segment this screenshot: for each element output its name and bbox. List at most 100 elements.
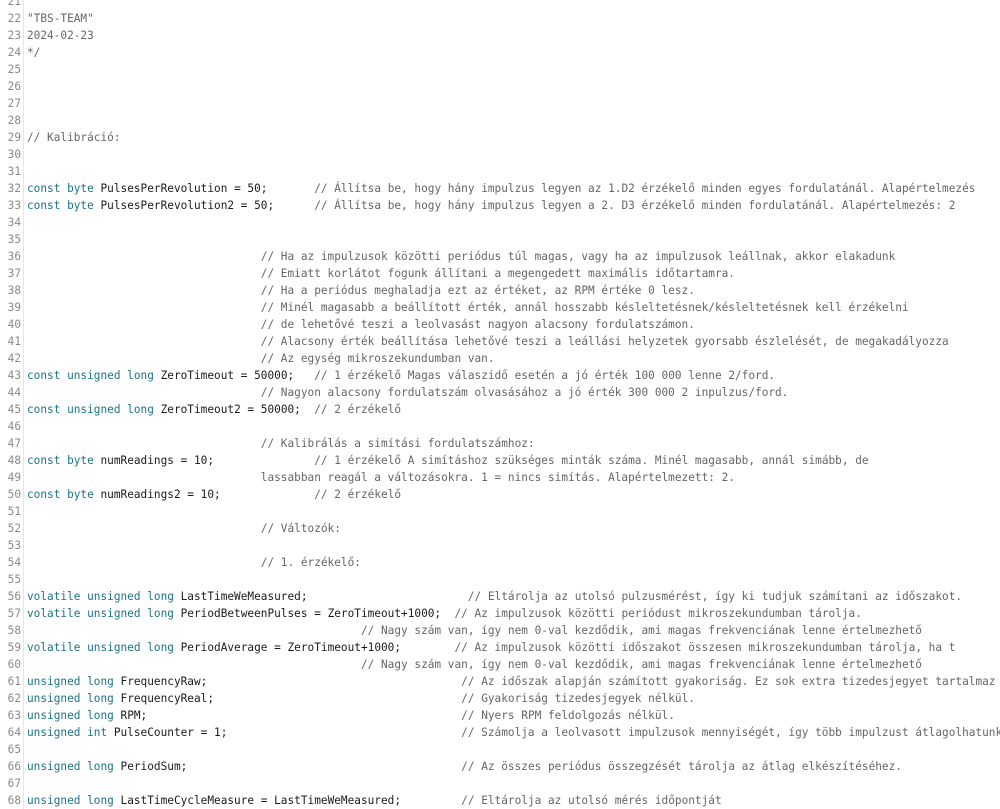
line-number: 51: [0, 503, 24, 520]
code-line[interactable]: 23 2024-02-23: [0, 27, 1000, 44]
code-line[interactable]: 49 lassabban reagál a változásokra. 1 = …: [0, 469, 1000, 486]
code-line[interactable]: 56 volatile unsigned long LastTimeWeMeasu…: [0, 588, 1000, 605]
code-text: unsigned long PeriodSum; // Az összes pe…: [27, 758, 902, 775]
code-text: volatile unsigned long PeriodAverage = Z…: [27, 639, 955, 656]
code-comment: // Változók:: [260, 522, 341, 535]
code-keyword: unsigned int: [27, 726, 114, 739]
line-number: 29: [0, 129, 24, 146]
line-number: 65: [0, 741, 24, 758]
code-line[interactable]: 39 // Minél magasabb a beállított érték,…: [0, 299, 1000, 316]
code-line[interactable]: 46: [0, 418, 1000, 435]
code-identifier: PeriodSum;: [120, 760, 462, 773]
code-line[interactable]: 27: [0, 95, 1000, 112]
code-line[interactable]: 29// Kalibráció:: [0, 129, 1000, 146]
code-keyword: unsigned long: [27, 794, 121, 807]
code-keyword: const byte: [27, 454, 101, 467]
code-identifier: [27, 352, 261, 365]
line-number: 46: [0, 418, 24, 435]
code-keyword: const unsigned long: [27, 369, 161, 382]
code-identifier: PulseCounter = 1;: [113, 726, 462, 739]
code-line[interactable]: 45 const unsigned long ZeroTimeout2 = 500…: [0, 401, 1000, 418]
code-text: unsigned long FrequencyRaw; // Az idősza…: [27, 673, 995, 690]
code-line[interactable]: 68 unsigned long LastTimeCycleMeasure = L…: [0, 792, 1000, 809]
code-line[interactable]: 32 const byte PulsesPerRevolution = 50; /…: [0, 180, 1000, 197]
code-line[interactable]: 62 unsigned long FrequencyReal; // Gyakor…: [0, 690, 1000, 707]
code-editor[interactable]: 21 22 "TBS-TEAM" 23 2024-02-23 24 */25 26 27 28 29…: [0, 0, 1000, 809]
code-text: // Alacsony érték beállítása lehetővé te…: [27, 333, 949, 350]
line-number: 59: [0, 639, 24, 656]
code-line[interactable]: 59 volatile unsigned long PeriodAverage =…: [0, 639, 1000, 656]
line-number: 52: [0, 520, 24, 537]
code-text: // Kalibrálás a simítási fordulatszámhoz…: [27, 435, 535, 452]
code-identifier: [27, 522, 261, 535]
code-line[interactable]: 61 unsigned long FrequencyRaw; // Az idős…: [0, 673, 1000, 690]
code-line[interactable]: 51: [0, 503, 1000, 520]
line-number: 45: [0, 401, 24, 418]
code-line[interactable]: 24 */: [0, 44, 1000, 61]
code-line[interactable]: 21: [0, 0, 1000, 10]
line-number: 42: [0, 350, 24, 367]
code-line[interactable]: 55: [0, 571, 1000, 588]
line-number: 49: [0, 469, 24, 486]
line-number: 57: [0, 605, 24, 622]
code-line[interactable]: 50 const byte numReadings2 = 10; // 2 érz…: [0, 486, 1000, 503]
code-line[interactable]: 65: [0, 741, 1000, 758]
code-identifier: FrequencyRaw;: [120, 675, 462, 688]
code-line[interactable]: 47 // Kalibrálás a simítási fordulatszám…: [0, 435, 1000, 452]
code-line[interactable]: 66 unsigned long PeriodSum; // Az összes …: [0, 758, 1000, 775]
line-number: 28: [0, 112, 24, 129]
code-comment: // Nagy szám van, így nem 0-val kezdődik…: [360, 658, 922, 671]
code-line[interactable]: 22 "TBS-TEAM": [0, 10, 1000, 27]
code-line[interactable]: 33 const byte PulsesPerRevolution2 = 50; …: [0, 197, 1000, 214]
code-line[interactable]: 34: [0, 214, 1000, 231]
code-line[interactable]: 42 // Az egység mikroszekundumban van.: [0, 350, 1000, 367]
code-line[interactable]: 54 // 1. érzékelő:: [0, 554, 1000, 571]
line-number: 37: [0, 265, 24, 282]
code-identifier: [27, 335, 261, 348]
code-line[interactable]: 58 // Nagy szám van, így nem 0-val kezdő…: [0, 622, 1000, 639]
code-line[interactable]: 48 const byte numReadings = 10; // 1 érzé…: [0, 452, 1000, 469]
code-line[interactable]: 44 // Nagyon alacsony fordulatszám olvas…: [0, 384, 1000, 401]
code-line[interactable]: 40 // de lehetővé teszi a leolvasást nag…: [0, 316, 1000, 333]
line-number: 60: [0, 656, 24, 673]
line-number: 44: [0, 384, 24, 401]
line-number: 68: [0, 792, 24, 809]
line-number: 55: [0, 571, 24, 588]
code-line[interactable]: 57 volatile unsigned long PeriodBetweenPu…: [0, 605, 1000, 622]
code-line[interactable]: 41 // Alacsony érték beállítása lehetővé…: [0, 333, 1000, 350]
code-line[interactable]: 30: [0, 146, 1000, 163]
code-line[interactable]: 67: [0, 775, 1000, 792]
code-text: volatile unsigned long PeriodBetweenPuls…: [27, 605, 862, 622]
code-line[interactable]: 31: [0, 163, 1000, 180]
code-line[interactable]: 28: [0, 112, 1000, 129]
line-number: 26: [0, 78, 24, 95]
code-identifier: LastTimeWeMeasured;: [180, 590, 468, 603]
line-number: 64: [0, 724, 24, 741]
code-comment: // 2 érzékelő: [314, 403, 402, 416]
code-text: const byte PulsesPerRevolution = 50; // …: [27, 180, 975, 197]
code-line[interactable]: 43 const unsigned long ZeroTimeout = 5000…: [0, 367, 1000, 384]
code-identifier: PeriodAverage = ZeroTimeout+1000;: [180, 641, 455, 654]
code-line[interactable]: 36 // Ha az impulzusok közötti periódus …: [0, 248, 1000, 265]
line-number: 58: [0, 622, 24, 639]
code-line[interactable]: 26: [0, 78, 1000, 95]
line-number: 61: [0, 673, 24, 690]
code-comment: // Kalibrálás a simítási fordulatszámhoz…: [260, 437, 535, 450]
code-identifier: [27, 386, 261, 399]
code-keyword: const byte: [27, 488, 101, 501]
code-line[interactable]: 25: [0, 61, 1000, 78]
code-identifier: [27, 250, 261, 263]
code-line[interactable]: 64 unsigned int PulseCounter = 1; // Szám…: [0, 724, 1000, 741]
code-line[interactable]: 53: [0, 537, 1000, 554]
code-identifier: [27, 284, 261, 297]
code-line[interactable]: 60 // Nagy szám van, így nem 0-val kezdő…: [0, 656, 1000, 673]
code-line[interactable]: 35: [0, 231, 1000, 248]
code-line[interactable]: 63 unsigned long RPM; // Nyers RPM feldol…: [0, 707, 1000, 724]
code-line[interactable]: 52 // Változók:: [0, 520, 1000, 537]
line-number: 47: [0, 435, 24, 452]
code-comment: // Az összes periódus összegzését tárolj…: [461, 760, 902, 773]
line-number: 27: [0, 95, 24, 112]
code-comment: // 1 érzékelő Magas válaszidő esetén a j…: [314, 369, 776, 382]
code-line[interactable]: 37 // Emiatt korlátot fogunk állítani a …: [0, 265, 1000, 282]
code-line[interactable]: 38 // Ha a periódus meghaladja ezt az ér…: [0, 282, 1000, 299]
